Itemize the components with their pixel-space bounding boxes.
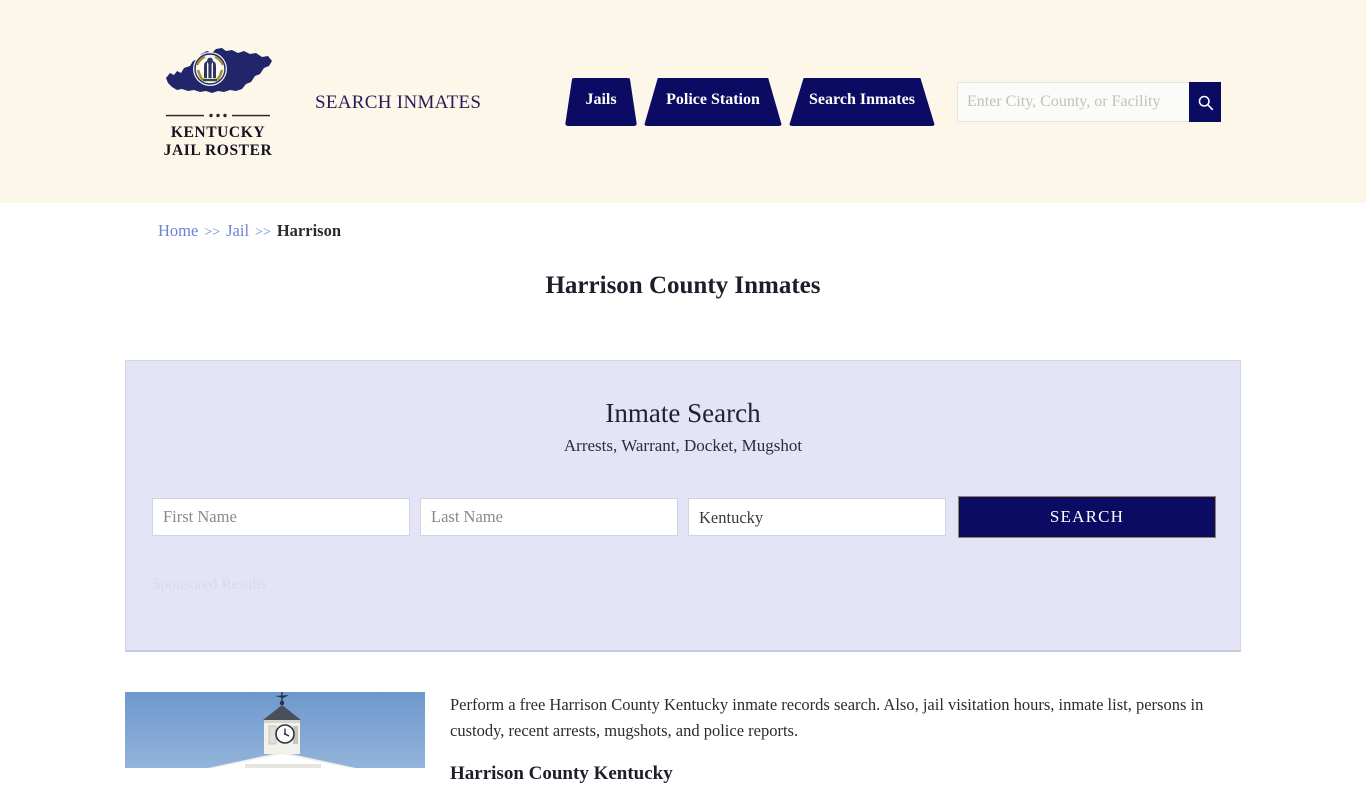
- last-name-input[interactable]: [420, 498, 678, 536]
- page-title: Harrison County Inmates: [0, 272, 1366, 300]
- content-paragraph: Perform a free Harrison County Kentucky …: [450, 692, 1240, 744]
- nav-tab-police-station[interactable]: Police Station: [644, 78, 782, 126]
- courthouse-photo-graphic: [125, 692, 425, 768]
- header-tagline: SEARCH INMATES: [315, 92, 481, 114]
- site-logo[interactable]: KENTUCKY JAIL ROSTER: [157, 44, 279, 161]
- content-subheading: Harrison County Kentucky: [450, 763, 1240, 785]
- inmate-search-panel: Inmate Search Arrests, Warrant, Docket, …: [125, 360, 1241, 652]
- logo-divider-ornament: [166, 111, 270, 120]
- breadcrumb-separator: >>: [255, 225, 271, 240]
- logo-wordmark: KENTUCKY JAIL ROSTER: [157, 124, 279, 161]
- primary-nav: Jails Police Station Search Inmates: [565, 76, 942, 126]
- search-submit-button[interactable]: SEARCH: [958, 496, 1216, 538]
- site-header: KENTUCKY JAIL ROSTER SEARCH INMATES Jail…: [0, 0, 1366, 203]
- header-inner: KENTUCKY JAIL ROSTER SEARCH INMATES Jail…: [0, 0, 1366, 203]
- breadcrumb-link-home[interactable]: Home: [158, 221, 198, 240]
- breadcrumb-link-jail[interactable]: Jail: [226, 221, 249, 240]
- first-name-input[interactable]: [152, 498, 410, 536]
- panel-heading: Inmate Search: [126, 398, 1240, 429]
- kentucky-map-icon: [160, 44, 276, 106]
- header-search-input[interactable]: [957, 82, 1189, 122]
- breadcrumb: Home >> Jail >> Harrison: [158, 221, 341, 241]
- header-search-button[interactable]: [1189, 82, 1221, 122]
- panel-subheading: Arrests, Warrant, Docket, Mugshot: [126, 436, 1240, 456]
- breadcrumb-separator: >>: [204, 225, 220, 240]
- courthouse-image: [125, 692, 425, 768]
- header-search-form: [957, 82, 1221, 122]
- state-select[interactable]: Kentucky: [688, 498, 946, 536]
- content-text-block: Perform a free Harrison County Kentucky …: [450, 692, 1240, 785]
- nav-tab-search-inmates[interactable]: Search Inmates: [789, 78, 935, 126]
- sponsored-results-label: Sponsored Results: [152, 576, 1240, 594]
- breadcrumb-current: Harrison: [277, 221, 341, 240]
- nav-tab-jails[interactable]: Jails: [565, 78, 637, 126]
- content-row: Perform a free Harrison County Kentucky …: [125, 692, 1241, 785]
- search-icon: [1197, 94, 1214, 111]
- inmate-search-form: Kentucky SEARCH: [152, 498, 1240, 536]
